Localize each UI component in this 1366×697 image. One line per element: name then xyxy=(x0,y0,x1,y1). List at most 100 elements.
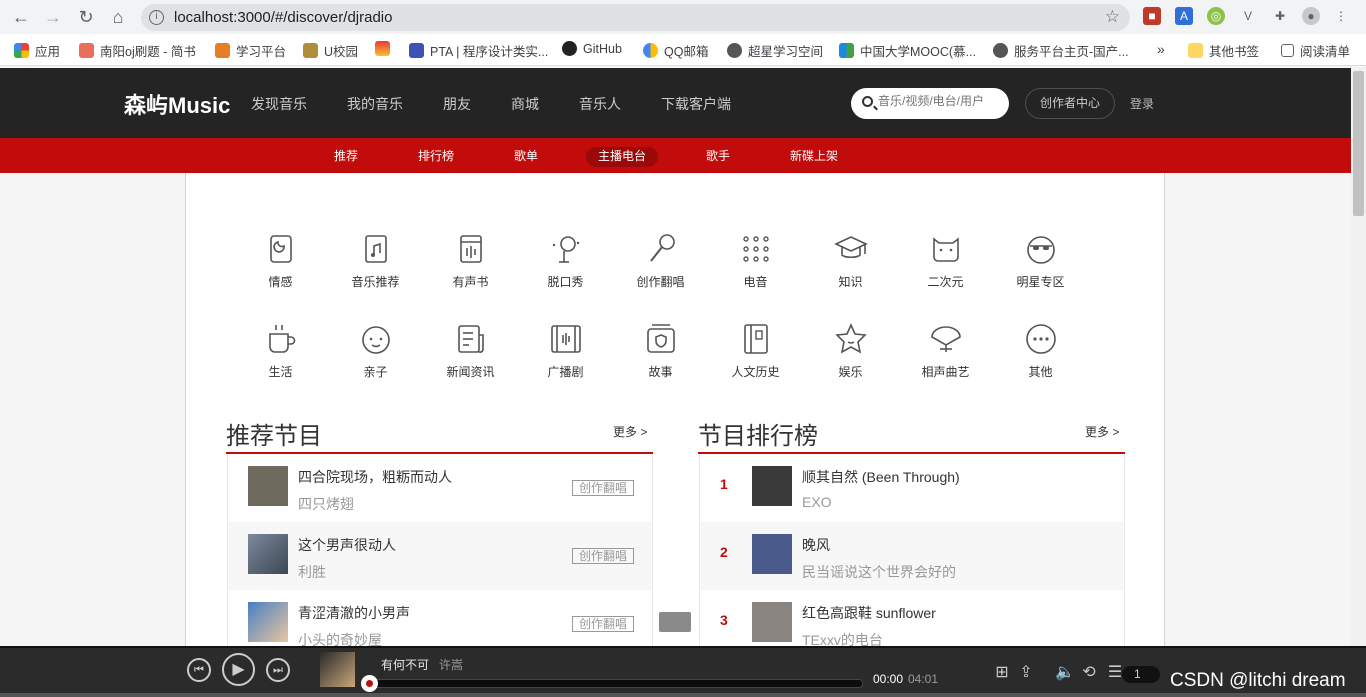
program-author[interactable]: 四只烤翅 xyxy=(298,494,354,514)
subnav-recommend[interactable]: 推荐 xyxy=(334,147,358,167)
puzzle-icon[interactable]: ✚ xyxy=(1271,7,1289,25)
subnav-playlist[interactable]: 歌单 xyxy=(514,147,538,167)
list-item[interactable]: 四合院现场，粗粝而动人 四只烤翅 创作翻唱 xyxy=(228,454,652,522)
category-newspaper[interactable]: 新闻资讯 xyxy=(423,321,518,380)
subnav-artist[interactable]: 歌手 xyxy=(706,147,730,167)
subnav-djradio[interactable]: 主播电台 xyxy=(586,147,659,167)
list-item[interactable]: 这个男声很动人 利胜 创作翻唱 xyxy=(228,522,652,590)
loop-icon[interactable]: ⟲ xyxy=(1080,664,1098,682)
recommend-more-link[interactable]: 更多 > xyxy=(613,423,647,440)
menu-kebab-icon[interactable]: ⋮ xyxy=(1332,7,1350,25)
program-author[interactable]: EXO xyxy=(802,494,832,510)
address-bar[interactable]: i localhost:3000/#/discover/djradio ☆ xyxy=(141,4,1130,31)
prev-icon[interactable]: ⏮ xyxy=(187,658,211,682)
category-tag[interactable]: 创作翻唱 xyxy=(572,480,634,496)
category-book[interactable]: 人文历史 xyxy=(708,321,803,380)
program-title[interactable]: 红色高跟鞋 sunflower xyxy=(802,603,936,623)
nav-discover[interactable]: 发现音乐 xyxy=(251,94,307,114)
bookmark-pta[interactable]: PTA | 程序设计类实... xyxy=(409,41,548,60)
program-title[interactable]: 四合院现场，粗粝而动人 xyxy=(298,467,452,487)
ranking-more-link[interactable]: 更多 > xyxy=(1085,423,1119,440)
add-to-playlist-icon[interactable]: ⊞ xyxy=(993,664,1011,682)
nav-my-music[interactable]: 我的音乐 xyxy=(347,94,403,114)
baby-face-icon xyxy=(361,326,390,354)
program-author[interactable]: 民当谣说这个世界会好的 xyxy=(802,562,956,582)
program-author[interactable]: 利胜 xyxy=(298,562,326,582)
progress-track[interactable] xyxy=(366,679,863,688)
program-title[interactable]: 晚风 xyxy=(802,535,830,555)
category-graduation-cap[interactable]: 知识 xyxy=(803,231,898,290)
category-microphone[interactable]: 创作翻唱 xyxy=(613,231,708,290)
login-link[interactable]: 登录 xyxy=(1130,95,1154,112)
volume-icon[interactable]: 🔈 xyxy=(1055,664,1075,682)
bookmark-blank[interactable] xyxy=(375,41,390,56)
next-icon[interactable]: ⏭ xyxy=(266,658,290,682)
recommend-list: 四合院现场，粗粝而动人 四只烤翅 创作翻唱 这个男声很动人 利胜 创作翻唱 青涩… xyxy=(227,454,653,658)
share-icon[interactable]: ⇪ xyxy=(1017,664,1035,682)
creator-center-button[interactable]: 创作者中心 xyxy=(1025,88,1115,119)
extension-green-icon[interactable]: ◎ xyxy=(1207,7,1225,25)
category-tag[interactable]: 创作翻唱 xyxy=(572,616,634,632)
category-star-face[interactable]: 娱乐 xyxy=(803,321,898,380)
program-title[interactable]: 青涩清澈的小男声 xyxy=(298,603,410,623)
list-item[interactable]: 2 晚风 民当谣说这个世界会好的 xyxy=(700,522,1124,590)
category-talkshow-mic[interactable]: 脱口秀 xyxy=(518,231,613,290)
back-icon[interactable]: ← xyxy=(9,5,33,29)
category-film-strip[interactable]: 广播剧 xyxy=(518,321,613,380)
forward-icon[interactable]: → xyxy=(41,5,65,29)
extension-red-icon[interactable]: ■ xyxy=(1143,7,1161,25)
home-icon[interactable]: ⌂ xyxy=(106,5,130,29)
category-cat-face[interactable]: 二次元 xyxy=(898,231,993,290)
extension-v-icon[interactable]: V xyxy=(1239,7,1257,25)
nav-download[interactable]: 下载客户端 xyxy=(661,94,731,114)
site-logo[interactable]: 森屿Music xyxy=(124,88,230,120)
bookmark-apps[interactable]: 应用 xyxy=(14,41,60,60)
bookmark-chaoxing[interactable]: 超星学习空间 xyxy=(727,41,823,60)
url-text[interactable]: localhost:3000/#/discover/djradio xyxy=(174,9,392,26)
reading-list[interactable]: 阅读清单 xyxy=(1281,41,1350,60)
player-lock-button[interactable] xyxy=(659,612,691,632)
bookmark-study[interactable]: 学习平台 xyxy=(215,41,286,60)
category-music-note-book[interactable]: 音乐推荐 xyxy=(328,231,423,290)
category-fan[interactable]: 相声曲艺 xyxy=(898,321,993,380)
bookmark-ucampus[interactable]: U校园 xyxy=(303,41,358,60)
search-input[interactable] xyxy=(878,94,1003,108)
reload-icon[interactable]: ↻ xyxy=(74,5,98,29)
bookmark-star-icon[interactable]: ☆ xyxy=(1105,7,1120,27)
category-audiobook[interactable]: 有声书 xyxy=(423,231,518,290)
category-coffee-cup[interactable]: 生活 xyxy=(233,321,328,380)
program-title[interactable]: 这个男声很动人 xyxy=(298,535,396,555)
subnav-new-album[interactable]: 新碟上架 xyxy=(790,147,838,167)
song-title[interactable]: 有何不可 xyxy=(381,656,429,673)
program-title[interactable]: 顺其自然 (Been Through) xyxy=(802,467,960,487)
progress-knob[interactable] xyxy=(361,675,378,692)
nav-friends[interactable]: 朋友 xyxy=(443,94,471,114)
song-singer[interactable]: 许嵩 xyxy=(439,656,463,673)
category-more-circle[interactable]: 其他 xyxy=(993,321,1088,380)
bookmark-jianshu[interactable]: 南阳oj刷题 - 简书 xyxy=(79,41,196,60)
category-shield-box[interactable]: 故事 xyxy=(613,321,708,380)
play-icon[interactable]: ▶ xyxy=(222,653,255,686)
bookmark-service[interactable]: 服务平台主页-国产... xyxy=(993,41,1129,60)
album-cover[interactable] xyxy=(320,652,355,687)
subnav-toplist[interactable]: 排行榜 xyxy=(418,147,454,167)
bookmark-github[interactable]: GitHub xyxy=(562,41,622,56)
category-emotion[interactable]: 情感 xyxy=(233,231,328,290)
nav-musician[interactable]: 音乐人 xyxy=(579,94,621,114)
list-item[interactable]: 1 顺其自然 (Been Through) EXO xyxy=(700,454,1124,522)
profile-icon[interactable]: ● xyxy=(1302,7,1320,25)
category-sunglasses-face[interactable]: 明星专区 xyxy=(993,231,1088,290)
bookmarks-overflow-icon[interactable]: » xyxy=(1157,41,1165,57)
bookmark-qqmail[interactable]: QQ邮箱 xyxy=(643,41,708,60)
scrollbar-thumb[interactable] xyxy=(1353,71,1364,216)
page-scrollbar[interactable] xyxy=(1351,68,1366,646)
site-info-icon[interactable]: i xyxy=(149,10,164,25)
bookmark-other-folder[interactable]: 其他书签 xyxy=(1188,41,1259,60)
playlist-count[interactable]: 1 xyxy=(1122,666,1160,683)
extension-translate-icon[interactable]: A xyxy=(1175,7,1193,25)
nav-mall[interactable]: 商城 xyxy=(511,94,539,114)
category-dots-grid[interactable]: 电音 xyxy=(708,231,803,290)
category-tag[interactable]: 创作翻唱 xyxy=(572,548,634,564)
category-baby-face[interactable]: 亲子 xyxy=(328,321,423,380)
bookmark-mooc[interactable]: 中国大学MOOC(慕... xyxy=(839,41,976,60)
